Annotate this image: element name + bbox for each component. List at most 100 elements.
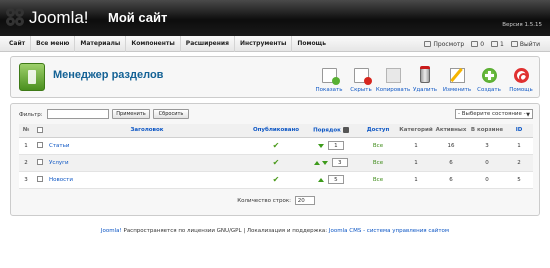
menu-item-help[interactable]: Помощь xyxy=(292,36,331,52)
publish-button[interactable]: Показать xyxy=(313,61,345,93)
menu-item-components[interactable]: Компоненты xyxy=(126,36,181,52)
row-trash: 0 xyxy=(469,154,505,172)
unpublish-button[interactable]: Скрыть xyxy=(345,61,377,93)
messages-count: 0 xyxy=(480,40,485,48)
edit-label: Изменить xyxy=(442,87,472,93)
menu-item-menus[interactable]: Все меню xyxy=(31,36,76,52)
filter-row: Фильтр: Применить Сбросить - Выберите со… xyxy=(19,109,533,121)
site-title: Мой сайт xyxy=(108,10,168,25)
row-active: 6 xyxy=(433,154,469,172)
delete-button[interactable]: Удалить xyxy=(409,61,441,93)
reset-filter-button[interactable]: Сбросить xyxy=(153,109,189,119)
version-label: Версия 1.5.15 xyxy=(502,22,542,28)
published-check-icon[interactable]: ✔ xyxy=(273,175,280,184)
messages-icon xyxy=(471,41,479,47)
help-button[interactable]: Помощь xyxy=(505,61,537,93)
row-active: 16 xyxy=(433,137,469,155)
filter-input[interactable] xyxy=(47,109,109,119)
order-input[interactable]: 5 xyxy=(327,175,344,184)
row-checkbox-cell xyxy=(33,154,47,172)
menu-bar: Сайт Все меню Материалы Компоненты Расши… xyxy=(0,36,550,52)
row-active: 6 xyxy=(433,171,469,189)
rows-per-page-label: Количество строк: xyxy=(237,198,292,204)
col-id[interactable]: ID xyxy=(505,124,533,138)
move-down-icon[interactable] xyxy=(322,160,328,165)
table-row: 2 Услуги ✔ 3 Все 1 6 0 2 xyxy=(19,154,533,172)
col-order-label: Порядок xyxy=(313,127,341,134)
page-title: Менеджер разделов xyxy=(53,69,164,81)
toolbar-box: Менеджер разделов Показать Скрыть Копиро… xyxy=(10,56,540,98)
row-checkbox-cell xyxy=(33,171,47,189)
new-button[interactable]: Создать xyxy=(473,61,505,93)
copy-button[interactable]: Копировать xyxy=(376,61,410,93)
row-id: 2 xyxy=(505,154,533,172)
row-order: 5 xyxy=(305,171,357,189)
footer-joomla-link[interactable]: Joomla! xyxy=(101,228,122,234)
row-num: 3 xyxy=(19,171,33,189)
menu-item-site[interactable]: Сайт xyxy=(4,36,32,52)
col-trash: В корзине xyxy=(469,124,505,138)
preview-label: Просмотр xyxy=(433,40,465,48)
row-id: 1 xyxy=(505,137,533,155)
footer: Joomla! Распространяется по лицензии GNU… xyxy=(0,228,550,234)
footer-support-link[interactable]: Joomla CMS - система управления сайтом xyxy=(329,228,449,234)
footer-text: Распространяется по лицензии GNU/GPL | Л… xyxy=(121,228,329,234)
col-access[interactable]: Доступ xyxy=(357,124,399,138)
menu-item-content[interactable]: Материалы xyxy=(75,36,127,52)
row-access[interactable]: Все xyxy=(357,137,399,155)
row-published: ✔ xyxy=(247,154,305,172)
move-down-icon[interactable] xyxy=(318,143,325,148)
order-input[interactable]: 1 xyxy=(327,141,344,150)
pagination: Количество строк: 20 xyxy=(11,196,541,205)
published-check-icon[interactable]: ✔ xyxy=(273,158,280,167)
help-label: Помощь xyxy=(509,87,533,93)
table-row: 3 Новости ✔ 5 Все 1 6 0 5 xyxy=(19,171,533,189)
delete-label: Удалить xyxy=(412,87,438,93)
menu-item-extensions[interactable]: Расширения xyxy=(181,36,235,52)
state-select-value: - Выберите состояние - xyxy=(458,111,526,117)
sections-panel: Фильтр: Применить Сбросить - Выберите со… xyxy=(10,103,540,216)
row-title-link[interactable]: Услуги xyxy=(47,154,247,172)
unpublish-icon xyxy=(353,68,372,85)
save-order-icon[interactable] xyxy=(342,127,349,133)
logo-text: Joomla! xyxy=(29,8,89,27)
logout-label: Выйти xyxy=(519,40,540,48)
state-select[interactable]: - Выберите состояние - ▼ xyxy=(455,109,533,119)
row-order: 3 xyxy=(305,154,357,172)
preview-link[interactable]: Просмотр xyxy=(424,41,464,48)
row-trash: 0 xyxy=(469,171,505,189)
toolbar-buttons: Показать Скрыть Копировать Удалить Измен… xyxy=(313,61,537,93)
published-check-icon[interactable]: ✔ xyxy=(273,141,280,150)
row-checkbox[interactable] xyxy=(37,142,43,149)
row-categories: 1 xyxy=(399,171,433,189)
row-order: 1 xyxy=(305,137,357,155)
row-num: 1 xyxy=(19,137,33,155)
row-access[interactable]: Все xyxy=(357,171,399,189)
col-order[interactable]: Порядок xyxy=(305,124,357,138)
apply-filter-button[interactable]: Применить xyxy=(112,109,150,119)
row-title-link[interactable]: Новости xyxy=(47,171,247,189)
order-input[interactable]: 3 xyxy=(331,158,348,167)
messages-link[interactable]: 0 xyxy=(471,41,484,48)
sections-table: № Заголовок Опубликовано Порядок Доступ … xyxy=(19,124,533,189)
select-all-checkbox[interactable] xyxy=(37,127,43,133)
joomla-logo[interactable]: Joomla! xyxy=(6,5,89,31)
users-online: 1 xyxy=(491,41,504,48)
filter-label: Фильтр: xyxy=(19,112,43,118)
move-up-icon[interactable] xyxy=(314,160,321,165)
row-title-link[interactable]: Статьи xyxy=(47,137,247,155)
row-categories: 1 xyxy=(399,154,433,172)
row-access[interactable]: Все xyxy=(357,154,399,172)
col-title[interactable]: Заголовок xyxy=(47,124,247,138)
row-checkbox[interactable] xyxy=(37,159,43,166)
users-count: 1 xyxy=(500,40,504,48)
row-checkbox[interactable] xyxy=(37,176,43,183)
admin-header: Joomla! Мой сайт Версия 1.5.15 xyxy=(0,0,550,36)
rows-per-page-select[interactable]: 20 xyxy=(294,196,315,205)
col-published[interactable]: Опубликовано xyxy=(247,124,305,138)
logout-link[interactable]: Выйти xyxy=(510,40,540,48)
users-icon xyxy=(491,41,499,47)
move-up-icon[interactable] xyxy=(318,177,325,182)
edit-button[interactable]: Изменить xyxy=(441,61,473,93)
menu-item-tools[interactable]: Инструменты xyxy=(235,36,293,52)
